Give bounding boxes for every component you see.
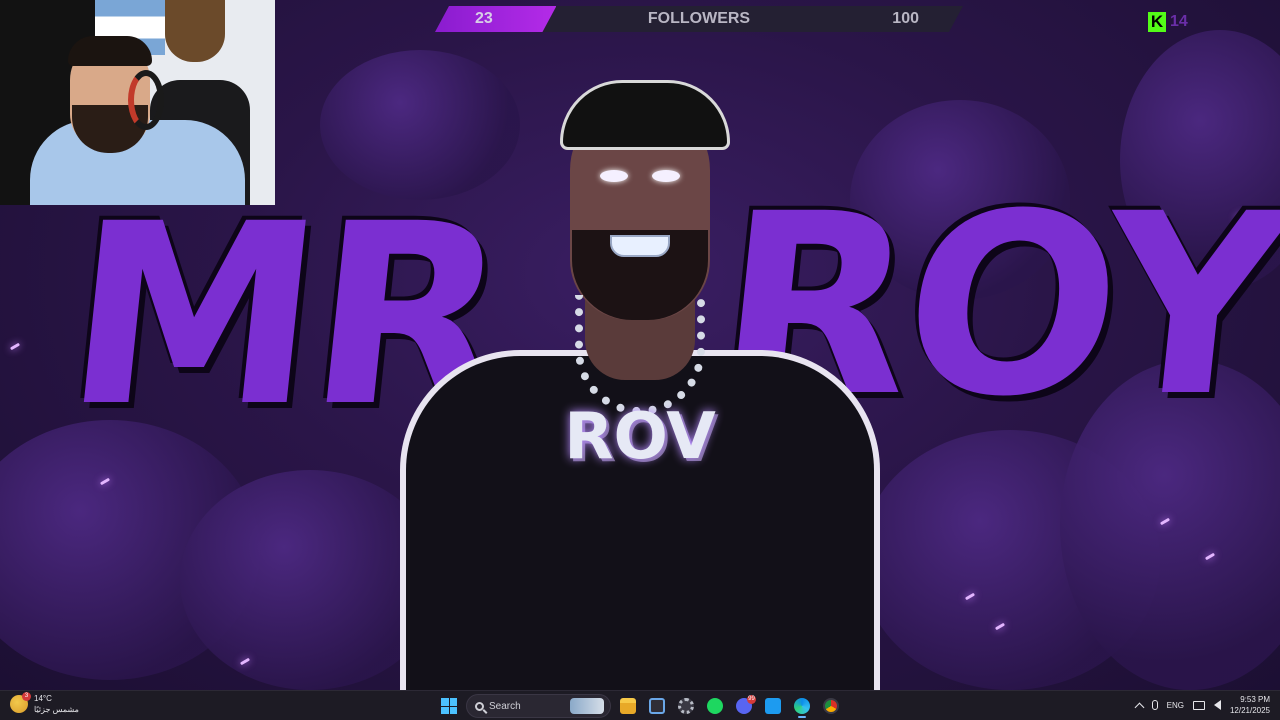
edge-icon: [794, 698, 810, 714]
taskbar-app-file-explorer[interactable]: [616, 694, 640, 718]
taskbar-app-spotify[interactable]: [703, 694, 727, 718]
webcam-overlay: [0, 0, 275, 205]
character-eye: [652, 170, 680, 182]
windows-taskbar: 3 14°C مشمس جزئيًا Search 99 ENG 9:53 PM…: [0, 690, 1280, 720]
headset-icon: [128, 70, 164, 130]
kick-viewer-badge: K 14: [1148, 12, 1188, 32]
chrome-icon: [823, 698, 839, 714]
taskbar-app-edge[interactable]: [790, 694, 814, 718]
goal-target-count: 100: [892, 10, 919, 27]
webcam-streamer-hair: [68, 36, 152, 66]
taskbar-app-chrome[interactable]: [819, 694, 843, 718]
webcam-guitar: [165, 0, 225, 62]
discord-notification-badge: 99: [747, 695, 756, 704]
input-language[interactable]: ENG: [1167, 701, 1184, 710]
kick-logo-icon: K: [1148, 12, 1166, 32]
weather-temperature: 14°C: [34, 694, 52, 703]
display-icon[interactable]: [1192, 700, 1205, 710]
folder-icon: [620, 698, 636, 714]
character-eye: [600, 170, 628, 182]
taskbar-app-discord[interactable]: 99: [732, 694, 756, 718]
taskbar-app-settings[interactable]: [674, 694, 698, 718]
start-button[interactable]: [437, 694, 461, 718]
shirt-pendant-text: ROV: [564, 400, 716, 474]
twitter-icon: [765, 698, 781, 714]
taskbar-clock[interactable]: 9:53 PM 12/21/2025: [1230, 694, 1270, 716]
kick-viewer-count: 14: [1170, 13, 1188, 30]
character-bandana: [560, 80, 730, 150]
sparkle: [9, 342, 21, 351]
taskbar-app-microsoft-store[interactable]: [645, 694, 669, 718]
chevron-up-icon[interactable]: [1134, 702, 1145, 712]
follower-goal-bar: 23 FOLLOWERS 100: [435, 6, 963, 32]
windows-logo-icon: [441, 698, 457, 714]
search-placeholder: Search: [489, 700, 521, 712]
goal-label: FOLLOWERS: [647, 10, 751, 27]
search-highlight-image: [570, 698, 604, 714]
system-tray: ENG 9:53 PM 12/21/2025: [1134, 694, 1270, 716]
taskbar-apps: Search 99: [437, 694, 843, 718]
search-icon: [475, 701, 484, 711]
store-icon: [649, 698, 665, 714]
clock-time: 9:53 PM: [1240, 695, 1270, 704]
weather-sun-icon: 3: [10, 692, 31, 713]
weather-text: 14°C مشمس جزئيًا: [34, 693, 79, 715]
character-grillz: [610, 235, 670, 257]
taskbar-search[interactable]: Search: [466, 694, 611, 718]
weather-badge: 3: [22, 692, 31, 701]
microphone-icon[interactable]: [1151, 700, 1158, 710]
clock-date: 12/21/2025: [1229, 706, 1270, 715]
gear-icon: [678, 698, 694, 714]
weather-widget[interactable]: 3 14°C مشمس جزئيًا: [10, 692, 79, 715]
active-app-indicator: [798, 716, 806, 718]
character-illustration: ROV: [400, 60, 880, 700]
speaker-icon[interactable]: [1213, 700, 1221, 710]
weather-condition: مشمس جزئيًا: [34, 705, 79, 714]
spotify-icon: [707, 698, 723, 714]
taskbar-app-twitter[interactable]: [761, 694, 785, 718]
desktop: MR ROY ROV 23 FOLLOWERS 100 K 14 3 14°C …: [0, 0, 1280, 720]
